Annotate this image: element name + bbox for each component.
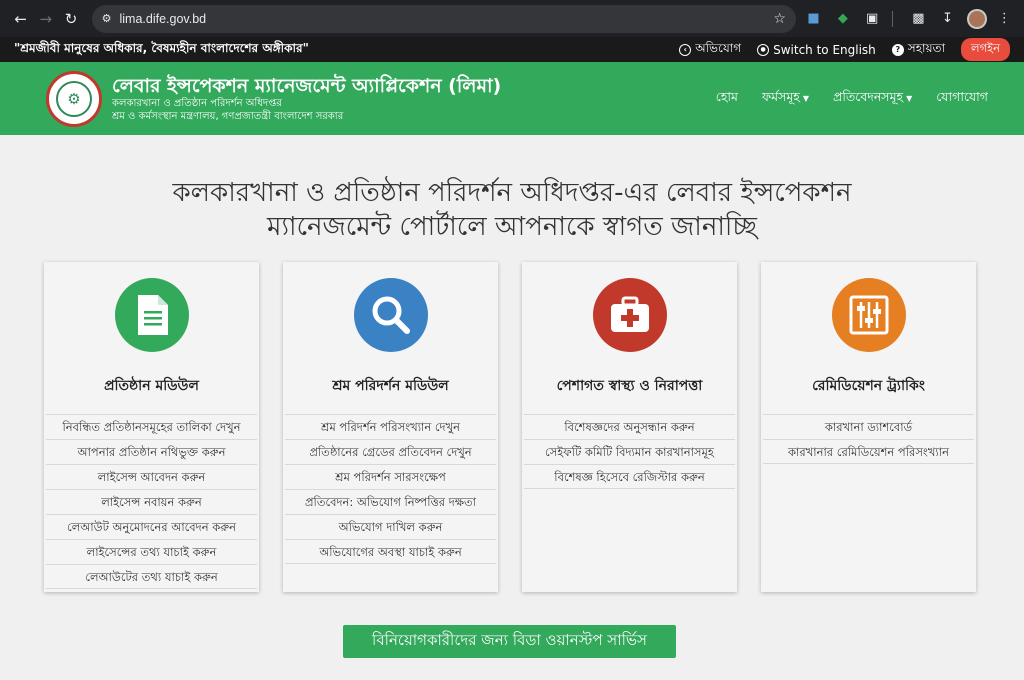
card-establishment-module: প্রতিষ্ঠান মডিউল নিবন্ধিত প্রতিষ্ঠানসমূহ… xyxy=(44,262,259,592)
card-title: রেমিডিয়েশন ট্র্যাকিং xyxy=(812,378,925,394)
card-link[interactable]: প্রতিষ্ঠানের গ্রেডের প্রতিবেদন দেখুন xyxy=(285,439,496,464)
chevron-left-circle-icon: ‹ xyxy=(679,43,692,56)
card-link[interactable]: কারখানার রেমিডিয়েশন পরিসংখ্যান xyxy=(763,439,974,464)
card-link[interactable]: লেআউটের তথ্য যাচাই করুন xyxy=(46,564,257,589)
first-aid-kit-icon[interactable] xyxy=(592,278,667,352)
card-link[interactable]: শ্রম পরিদর্শন পরিসংখ্যান দেখুন xyxy=(285,414,496,439)
download-icon[interactable]: ↧ xyxy=(936,7,959,31)
switch-language-link[interactable]: ● Switch to English xyxy=(757,43,876,57)
card-title: পেশাগত স্বাস্থ্য ও নিরাপত্তা xyxy=(556,378,703,394)
radio-dot-icon: ● xyxy=(757,43,770,56)
help-label: সহায়তা xyxy=(907,40,946,55)
card-link[interactable]: বিশেষজ্ঞদের অনুসন্ধান করুন xyxy=(524,414,735,439)
nav-home[interactable]: হোম xyxy=(716,89,738,109)
card-labour-inspection-module: শ্রম পরিদর্শন মডিউল শ্রম পরিদর্শন পরিসংখ… xyxy=(283,262,498,592)
card-link[interactable]: অভিযোগ দাখিল করুন xyxy=(285,514,496,539)
toolbar-divider xyxy=(891,10,893,27)
card-link[interactable]: লাইসেন্স নবায়ন করুন xyxy=(46,489,257,514)
nav-forms-label: ফর্মসমূহ xyxy=(762,88,800,104)
complaint-link[interactable]: ‹ অভিযোগ xyxy=(679,40,741,60)
top-strip: "শ্রমজীবী মানুষের অধিকার, বৈষম্যহীন বাংল… xyxy=(0,37,1024,62)
address-bar[interactable]: ⚙ lima.dife.gov.bd ☆ xyxy=(91,4,796,33)
nav-reports[interactable]: প্রতিবেদনসমূহ ▼ xyxy=(833,89,912,109)
dife-logo[interactable]: ⚙ xyxy=(46,70,102,127)
card-link[interactable]: অভিযোগের অবস্থা যাচাই করুন xyxy=(285,539,496,564)
card-link[interactable]: শ্রম পরিদর্শন সারসংক্ষেপ xyxy=(285,464,496,489)
extension-icon[interactable]: ■ xyxy=(802,7,825,31)
back-icon[interactable]: ← xyxy=(8,6,33,32)
logo-emblem-icon: ⚙ xyxy=(56,80,92,117)
card-link[interactable]: কারখানা ড্যাশবোর্ড xyxy=(763,414,974,439)
nav-forms[interactable]: ফর্মসমূহ ▼ xyxy=(762,89,809,109)
document-icon[interactable] xyxy=(114,278,189,352)
slogan-text: "শ্রমজীবী মানুষের অধিকার, বৈষম্যহীন বাংল… xyxy=(14,40,309,55)
question-icon: ? xyxy=(891,43,904,56)
reload-icon[interactable]: ↻ xyxy=(58,6,83,32)
card-remediation-tracking-module: রেমিডিয়েশন ট্র্যাকিং কারখানা ড্যাশবোর্ড… xyxy=(761,262,976,592)
card-link[interactable]: লাইসেন্সের তথ্য যাচাই করুন xyxy=(46,539,257,564)
site-header: ⚙ লেবার ইন্সপেকশন ম্যানেজমেন্ট অ্যাপ্লিক… xyxy=(0,62,1024,135)
card-link[interactable]: প্রতিবেদন: অভিযোগ নিষ্পত্তির দক্ষতা xyxy=(285,489,496,514)
bookmark-star-icon[interactable]: ☆ xyxy=(773,11,786,27)
card-occupational-health-module: পেশাগত স্বাস্থ্য ও নিরাপত্তা বিশেষজ্ঞদের… xyxy=(522,262,737,592)
nav-reports-label: প্রতিবেদনসমূহ xyxy=(833,88,904,104)
site-subtitle-ministry: শ্রম ও কর্মসংস্থান মন্ত্রণালয়, গণপ্রজাত… xyxy=(112,110,344,122)
url-text: lima.dife.gov.bd xyxy=(119,11,207,26)
site-info-icon[interactable]: ⚙ xyxy=(102,12,112,25)
sliders-icon[interactable] xyxy=(831,278,906,352)
module-cards: প্রতিষ্ঠান মডিউল নিবন্ধিত প্রতিষ্ঠানসমূহ… xyxy=(44,262,976,592)
card-link[interactable]: বিশেষজ্ঞ হিসেবে রেজিস্টার করুন xyxy=(524,464,735,489)
switch-language-label: Switch to English xyxy=(773,42,876,57)
card-title: শ্রম পরিদর্শন মডিউল xyxy=(332,378,449,394)
card-link[interactable]: সেইফটি কমিটি বিদ্যমান কারখানাসমূহ xyxy=(524,439,735,464)
puzzle-icon[interactable]: ▣ xyxy=(860,7,883,31)
site-subtitle-department: কলকারখানা ও প্রতিষ্ঠান পরিদর্শন অধিদপ্তর xyxy=(112,97,282,109)
caret-down-icon: ▼ xyxy=(906,93,913,103)
main-nav: হোম ফর্মসমূহ ▼ প্রতিবেদনসমূহ ▼ যোগাযোগ xyxy=(716,89,1024,109)
welcome-heading: কলকারখানা ও প্রতিষ্ঠান পরিদর্শন অধিদপ্তর… xyxy=(0,176,1024,244)
search-icon[interactable] xyxy=(353,278,428,352)
welcome-line-1: কলকারখানা ও প্রতিষ্ঠান পরিদর্শন অধিদপ্তর… xyxy=(172,178,852,208)
nav-contact[interactable]: যোগাযোগ xyxy=(936,89,988,109)
site-titles: লেবার ইন্সপেকশন ম্যানেজমেন্ট অ্যাপ্লিকেশ… xyxy=(112,75,501,123)
card-link[interactable]: আপনার প্রতিষ্ঠান নথিভুক্ত করুন xyxy=(46,439,257,464)
login-button[interactable]: লগইন xyxy=(961,38,1010,61)
tab-search-icon[interactable]: ▩ xyxy=(907,7,930,31)
kebab-menu-icon[interactable]: ⋮ xyxy=(993,7,1016,31)
profile-avatar[interactable] xyxy=(967,8,987,29)
card-link[interactable]: নিবন্ধিত প্রতিষ্ঠানসমূহের তালিকা দেখুন xyxy=(46,414,257,439)
browser-toolbar: ← → ↻ ⚙ lima.dife.gov.bd ☆ ■ ◆ ▣ ▩ ↧ ⋮ xyxy=(0,0,1024,37)
card-link[interactable]: লেআউট অনুমোদনের আবেদন করুন xyxy=(46,514,257,539)
card-title: প্রতিষ্ঠান মডিউল xyxy=(104,378,199,394)
card-link[interactable]: লাইসেন্স আবেদন করুন xyxy=(46,464,257,489)
shield-extension-icon[interactable]: ◆ xyxy=(831,7,854,31)
complaint-label: অভিযোগ xyxy=(695,40,742,55)
site-title[interactable]: লেবার ইন্সপেকশন ম্যানেজমেন্ট অ্যাপ্লিকেশ… xyxy=(112,75,501,97)
bida-one-stop-service-button[interactable]: বিনিয়োগকারীদের জন্য বিডা ওয়ানস্টপ সার্… xyxy=(343,625,676,658)
welcome-line-2: ম্যানেজমেন্ট পোর্টালে আপনাকে স্বাগত জানা… xyxy=(267,212,757,242)
help-link[interactable]: ? সহায়তা xyxy=(891,40,946,60)
forward-icon[interactable]: → xyxy=(33,6,58,32)
caret-down-icon: ▼ xyxy=(802,93,810,103)
